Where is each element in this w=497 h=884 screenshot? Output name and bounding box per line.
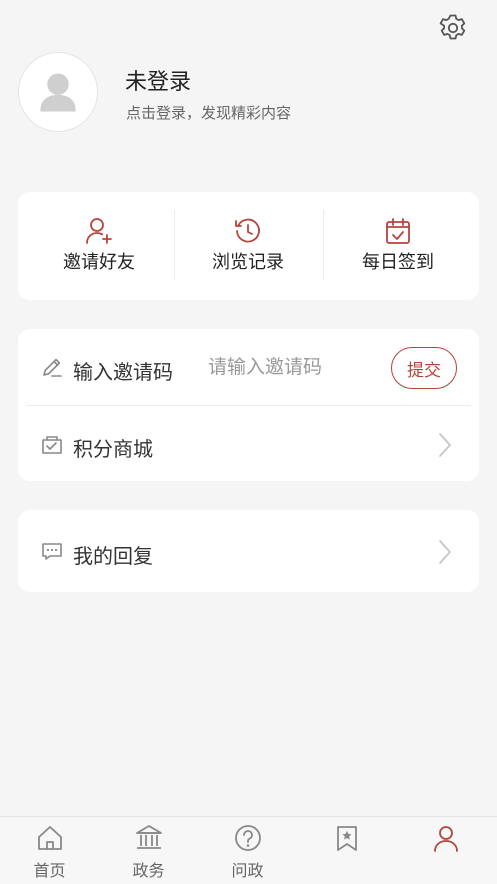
chevron-right-icon <box>437 431 453 459</box>
my-replies-row[interactable]: 我的回复 <box>18 513 479 588</box>
question-circle-icon <box>233 823 263 853</box>
pencil-icon <box>40 355 64 379</box>
points-mall-label: 积分商城 <box>73 437 153 461</box>
login-title[interactable]: 未登录 <box>125 64 191 96</box>
tab-inquiry[interactable]: 问政 <box>198 817 297 884</box>
chevron-right-icon <box>437 538 453 566</box>
points-mall-row[interactable]: 积分商城 <box>18 406 479 481</box>
invite-code-label: 输入邀请码 <box>73 360 173 384</box>
history-icon <box>235 218 260 243</box>
tab-inquiry-label: 问政 <box>231 861 264 880</box>
profile-icon <box>431 823 461 853</box>
browse-history-button[interactable]: 浏览记录 <box>173 192 323 300</box>
login-subtitle[interactable]: 点击登录，发现精彩内容 <box>126 102 291 123</box>
submit-button[interactable]: 提交 <box>391 347 457 389</box>
government-building-icon <box>134 823 164 853</box>
home-icon <box>35 823 65 853</box>
default-avatar-icon <box>40 73 76 112</box>
browse-history-label: 浏览记录 <box>212 252 284 273</box>
settings-button[interactable] <box>437 12 469 44</box>
calendar-check-icon <box>386 218 410 244</box>
invite-friends-label: 邀请好友 <box>63 252 135 273</box>
star-bookmark-icon <box>332 823 362 853</box>
tab-favorites[interactable] <box>297 817 396 884</box>
tab-home-label: 首页 <box>33 861 66 880</box>
replies-card: 我的回复 <box>18 510 479 592</box>
bottom-tab-bar: 首页 政务 问政 <box>0 816 497 883</box>
chat-bubble-icon <box>40 539 64 563</box>
quick-actions-card: 邀请好友 浏览记录 每日签到 <box>18 192 479 300</box>
tab-government-label: 政务 <box>132 861 165 880</box>
invite-code-input[interactable] <box>208 347 388 387</box>
invite-friends-button[interactable]: 邀请好友 <box>24 192 174 300</box>
tab-home[interactable]: 首页 <box>0 817 99 884</box>
tab-government[interactable]: 政务 <box>99 817 198 884</box>
avatar[interactable] <box>18 52 98 132</box>
user-add-icon <box>86 218 112 244</box>
daily-checkin-button[interactable]: 每日签到 <box>323 192 473 300</box>
daily-checkin-label: 每日签到 <box>362 252 434 273</box>
gift-box-icon <box>40 432 64 456</box>
tab-profile[interactable] <box>396 817 495 884</box>
my-replies-label: 我的回复 <box>73 544 153 568</box>
invite-code-row: 输入邀请码 提交 <box>18 329 479 404</box>
gear-icon <box>439 14 466 40</box>
menu-card: 输入邀请码 提交 积分商城 <box>18 329 479 481</box>
